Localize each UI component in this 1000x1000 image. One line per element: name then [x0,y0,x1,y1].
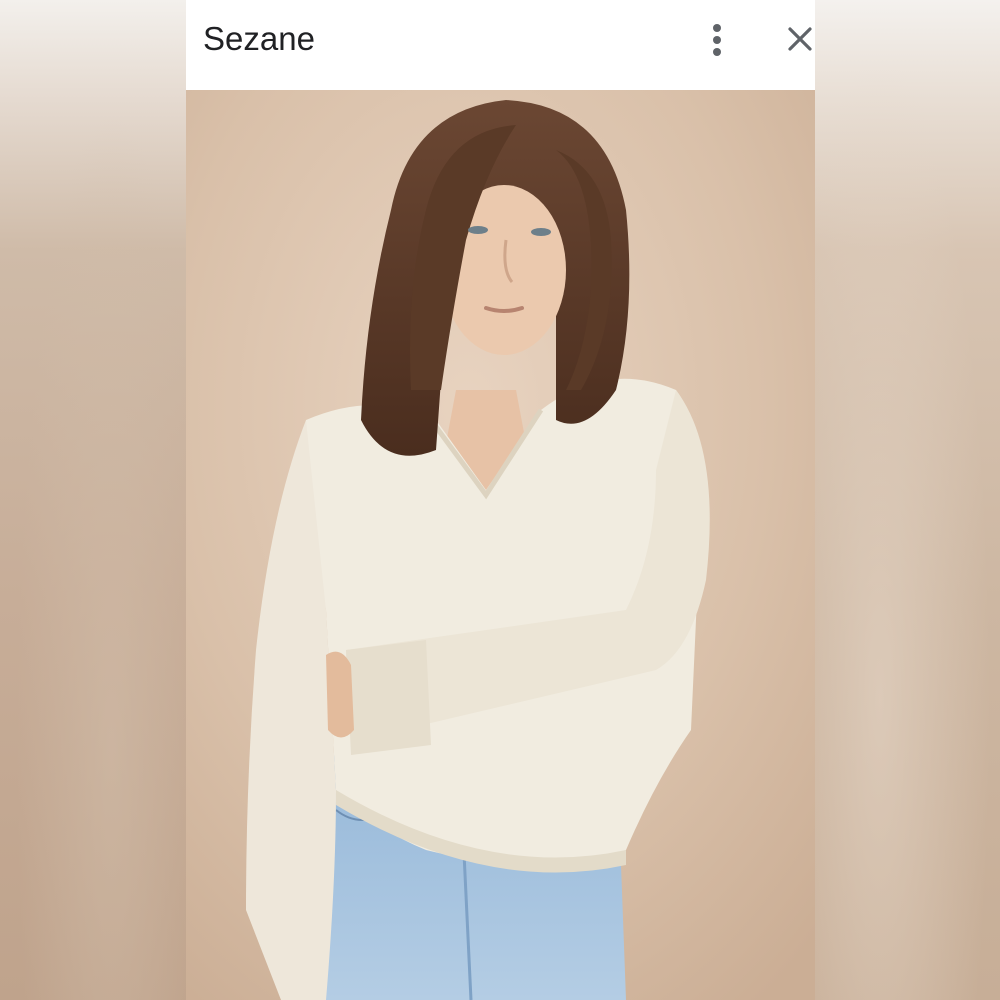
image-viewer-panel: Sezane [186,0,815,1000]
viewer-header: Sezane [186,0,815,90]
product-photo[interactable] [186,90,815,1000]
more-options-button[interactable] [702,20,732,60]
more-options-icon [702,20,732,60]
close-icon [788,27,812,51]
backdrop-left-blur [0,0,186,1000]
backdrop-right-blur [815,0,1000,1000]
source-title: Sezane [203,20,315,57]
model-illustration [186,90,815,1000]
close-button[interactable] [788,22,815,56]
